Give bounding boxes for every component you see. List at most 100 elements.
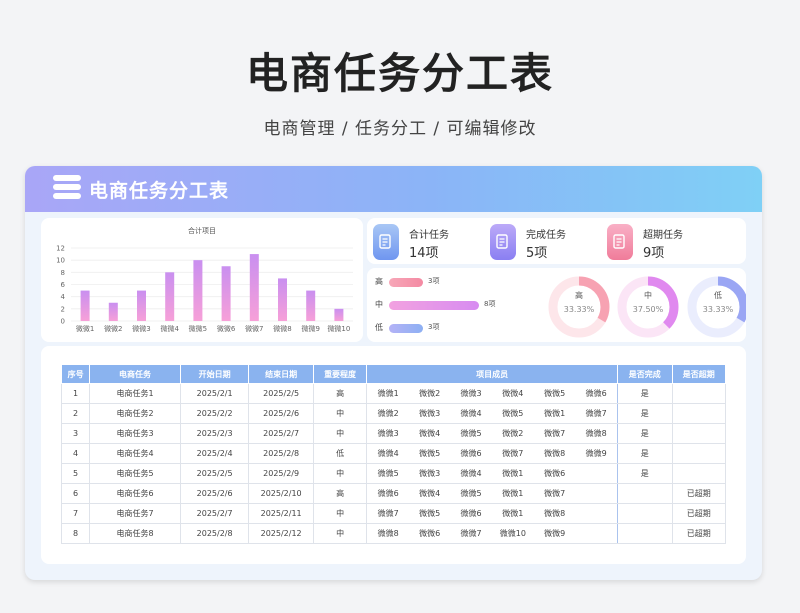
- table-cell: 5: [60, 463, 91, 484]
- member-cell: 微微2: [491, 423, 534, 444]
- table-cell: 电商任务3: [89, 423, 181, 444]
- member-cell: 微微6: [533, 463, 576, 484]
- y-tick-label: 4: [61, 293, 66, 301]
- status-cell: 是: [617, 463, 673, 484]
- table-header: 项目成员: [366, 364, 619, 384]
- status-cell: [617, 523, 673, 544]
- member-cell: [575, 463, 619, 484]
- x-tick-label: 微微2: [104, 324, 122, 333]
- table-cell: 2025/2/11: [248, 503, 314, 524]
- levels-panel: 高 3项中 8项低 3项 高 33.33% 中 37.50% 低 33.33%: [367, 268, 746, 342]
- member-cell: 微微4: [366, 443, 410, 464]
- table-cell: 电商任务6: [89, 483, 181, 504]
- table-cell: 2025/2/3: [179, 423, 250, 444]
- table-row[interactable]: 3 电商任务3 2025/2/3 2025/2/7 中微微3 微微4 微微5 微微2 微微7 微微…: [60, 423, 726, 444]
- member-cell: 微微2: [366, 403, 410, 424]
- status-cell: [617, 503, 673, 524]
- member-cell: 微微5: [450, 483, 492, 504]
- table-row[interactable]: 5 电商任务5 2025/2/5 2025/2/9 中微微5 微微3 微微4 微微1 微微6 是: [60, 463, 726, 484]
- page-title: 电商任务分工表: [245, 49, 554, 98]
- stat-card: 完成任务 5项: [490, 222, 600, 262]
- table-cell: 高: [312, 483, 368, 504]
- donut-label: 中: [644, 290, 652, 300]
- table-cell: 2025/2/5: [179, 463, 250, 484]
- status-cell: [671, 463, 726, 484]
- table-cell: 2025/2/12: [248, 523, 314, 544]
- document-check-icon: [490, 224, 516, 260]
- table-cell: 2025/2/6: [179, 483, 250, 504]
- table-row[interactable]: 1 电商任务1 2025/2/1 2025/2/5 高微微1 微微2 微微3 微微4 微微5 微微…: [60, 383, 726, 404]
- tasks-table-panel: 序号 电商任务 开始日期 结束日期 重要程度 项目成员 是否完成 是否超期 1 电商任务1 202…: [41, 346, 746, 564]
- table-row[interactable]: 6 电商任务6 2025/2/6 2025/2/10 高微微6 微微4 微微5 微微1 微微7 已…: [60, 483, 726, 504]
- status-cell: 已超期: [671, 483, 726, 504]
- table-cell: 2025/2/8: [248, 443, 314, 464]
- stat-card: 超期任务 9项: [607, 222, 717, 262]
- stat-label: 完成任务: [526, 230, 566, 241]
- member-cell: 微微7: [533, 483, 576, 504]
- menu-icon[interactable]: [53, 175, 81, 203]
- table-cell: 电商任务5: [89, 463, 181, 484]
- table-cell: 电商任务2: [89, 403, 181, 424]
- table-cell: 电商任务1: [89, 383, 181, 404]
- member-cell: 微微4: [450, 403, 492, 424]
- member-cell: 微微1: [491, 503, 534, 524]
- member-cell: 微微6: [575, 383, 619, 404]
- status-cell: 是: [617, 423, 673, 444]
- member-cell: 微微4: [491, 383, 534, 404]
- table-cell: 2025/2/7: [179, 503, 250, 524]
- y-tick-label: 8: [61, 269, 65, 277]
- donut-percent: 33.33%: [564, 305, 595, 314]
- table-cell: 低: [312, 443, 368, 464]
- member-cell: 微微8: [533, 503, 576, 524]
- bar: [306, 290, 316, 321]
- bar: [108, 302, 118, 321]
- status-cell: 已超期: [671, 523, 726, 544]
- table-cell: 中: [312, 423, 368, 444]
- member-cell: 微微7: [366, 503, 410, 524]
- card-title: 电商任务分工表: [89, 180, 230, 202]
- member-cell: 微微7: [450, 523, 492, 544]
- y-tick-label: 12: [56, 245, 65, 253]
- document-alert-icon: [607, 224, 633, 260]
- member-cell: 微微6: [409, 523, 451, 544]
- table-cell: 2: [60, 403, 91, 424]
- table-cell: 2025/2/9: [248, 463, 314, 484]
- donut-percent: 37.50%: [633, 305, 664, 314]
- status-cell: 是: [617, 403, 673, 424]
- table-header: 序号: [60, 364, 91, 384]
- y-tick-label: 6: [61, 281, 66, 289]
- status-cell: 是: [617, 443, 673, 464]
- member-cell: 微微7: [533, 423, 576, 444]
- y-tick-label: 10: [56, 257, 65, 265]
- bar: [137, 290, 146, 321]
- x-tick-label: 微微5: [189, 324, 207, 333]
- member-cell: 微微1: [366, 383, 410, 404]
- table-cell: 2025/2/1: [179, 383, 250, 404]
- x-tick-label: 微微8: [273, 324, 291, 333]
- table-row[interactable]: 8 电商任务8 2025/2/8 2025/2/12 中微微8 微微6 微微7 微微10 微微9…: [60, 523, 726, 544]
- table-cell: 2025/2/10: [248, 483, 314, 504]
- x-tick-label: 微微7: [245, 324, 263, 333]
- table-row[interactable]: 4 电商任务4 2025/2/4 2025/2/8 低微微4 微微5 微微6 微微7 微微8 微微…: [60, 443, 726, 464]
- member-cell: 微微8: [533, 443, 576, 464]
- x-tick-label: 微微3: [132, 324, 150, 333]
- dashboard-card: 电商任务分工表 合计项目 0 2 4 6 8 10 12 微微1 微微2 微微3 微微4 微微5 微微6 微…: [25, 166, 762, 580]
- stat-label: 超期任务: [643, 230, 683, 241]
- table-cell: 8: [60, 523, 91, 544]
- donut-charts: 高 33.33% 中 37.50% 低 33.33%: [548, 276, 746, 338]
- table-row[interactable]: 7 电商任务7 2025/2/7 2025/2/11 中微微7 微微5 微微6 微微1 微微8 已…: [60, 503, 726, 524]
- donut-percent: 33.33%: [703, 305, 734, 314]
- member-cell: 微微5: [409, 443, 451, 464]
- bar-chart: 合计项目 0 2 4 6 8 10 12 微微1 微微2 微微3 微微4 微微5 微微6 微微7 微微8 微微9…: [56, 226, 353, 333]
- table-cell: 中: [312, 463, 368, 484]
- member-cell: [575, 523, 619, 544]
- x-tick-label: 微微6: [217, 324, 236, 333]
- table-row[interactable]: 2 电商任务2 2025/2/2 2025/2/6 中微微2 微微3 微微4 微微5 微微1 微微…: [60, 403, 726, 424]
- member-cell: 微微1: [491, 463, 534, 484]
- member-cell: 微微3: [409, 463, 451, 484]
- x-tick-label: 微微4: [160, 324, 179, 333]
- stat-label: 合计任务: [409, 230, 449, 241]
- tasks-table: 序号 电商任务 开始日期 结束日期 重要程度 项目成员 是否完成 是否超期 1 电商任务1 202…: [60, 364, 726, 544]
- table-header: 是否超期: [671, 364, 726, 384]
- member-cell: 微微3: [450, 383, 492, 404]
